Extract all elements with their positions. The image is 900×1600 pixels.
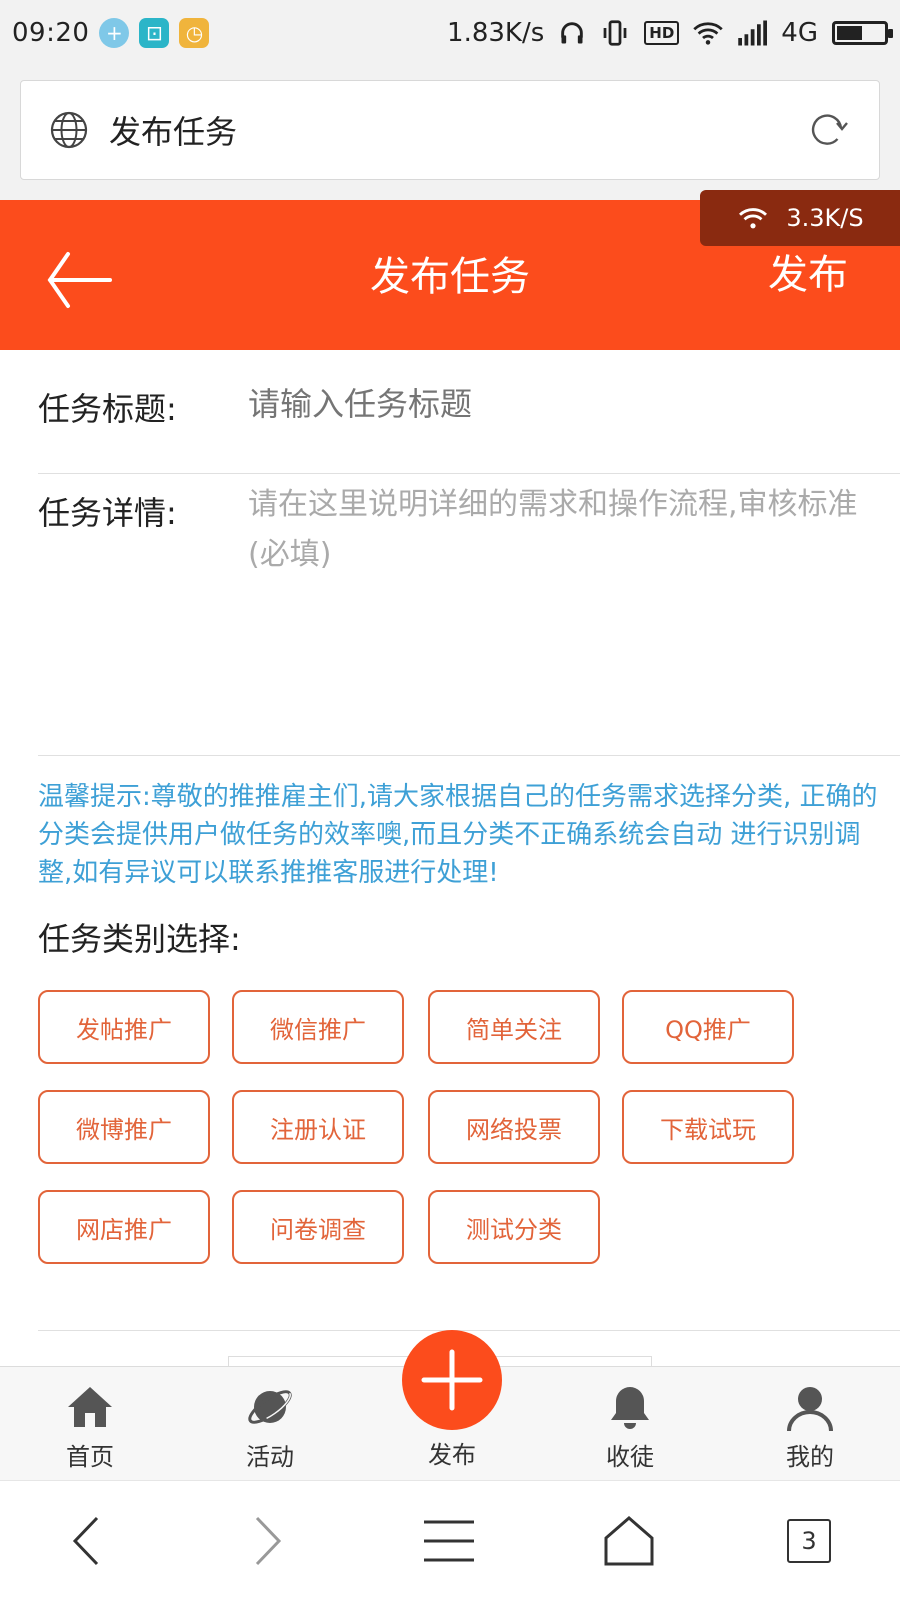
tab-home[interactable]: 首页: [30, 1367, 150, 1481]
tab-mine-label: 我的: [786, 1443, 834, 1471]
user-icon: [787, 1387, 833, 1432]
planet-icon: [248, 1390, 292, 1424]
tab-disciples[interactable]: 收徒: [570, 1367, 690, 1481]
signal-icon: [738, 20, 768, 46]
overlay-speed-text: 3.3K/S: [786, 204, 864, 232]
tab-activity-label: 活动: [246, 1443, 294, 1471]
publish-button[interactable]: 发布: [768, 242, 848, 300]
tip-text: 温馨提示:尊敬的推推雇主们,请大家根据自己的任务需求选择分类, 正确的分类会提供…: [38, 782, 878, 888]
browser-home-button[interactable]: [594, 1511, 664, 1571]
vibrate-icon: [603, 20, 627, 46]
category-button[interactable]: 发帖推广: [38, 990, 210, 1064]
task-title-input[interactable]: [248, 384, 900, 424]
browser-back-button[interactable]: [52, 1511, 122, 1571]
task-title-label: 任务标题:: [38, 390, 177, 428]
category-button[interactable]: 网店推广: [38, 1190, 210, 1264]
address-bar[interactable]: 发布任务: [20, 80, 880, 180]
browser-tabs-button[interactable]: 3: [774, 1511, 844, 1571]
header-title: 发布任务: [370, 254, 530, 300]
headphones-icon: [561, 22, 584, 44]
menu-icon: [424, 1520, 474, 1562]
status-bar: 09:20 + ⊡ ◷ 1.83K/s HD 4G: [0, 0, 900, 66]
globe-icon: [50, 111, 88, 149]
browser-nav-bar: 3: [0, 1480, 900, 1600]
browser-forward-button[interactable]: [232, 1511, 302, 1571]
task-title-row: 任务标题:: [38, 384, 900, 474]
status-time: 09:20: [12, 18, 90, 48]
tab-publish-label: 发布: [428, 1441, 476, 1469]
category-button[interactable]: 测试分类: [428, 1190, 600, 1264]
refresh-icon[interactable]: [803, 106, 851, 154]
wifi-icon: [739, 208, 768, 229]
app-notification-icon: +: [99, 18, 130, 48]
home-icon: [68, 1387, 112, 1427]
tab-activity[interactable]: 活动: [210, 1367, 330, 1481]
tab-disciples-label: 收徒: [606, 1443, 654, 1471]
category-button[interactable]: QQ推广: [622, 990, 794, 1064]
home-outline-icon: [604, 1516, 654, 1566]
battery-icon: [832, 21, 893, 45]
network-speed-overlay: 3.3K/S: [700, 190, 900, 246]
page-title-in-address-bar: 发布任务: [109, 113, 238, 151]
tab-mine[interactable]: 我的: [750, 1367, 870, 1481]
category-label: 任务类别选择:: [38, 920, 241, 958]
category-button[interactable]: 问卷调查: [232, 1190, 404, 1264]
network-type: 4G: [781, 18, 818, 48]
category-button[interactable]: 微博推广: [38, 1090, 210, 1164]
divider: [38, 1330, 900, 1331]
category-button[interactable]: 网络投票: [428, 1090, 600, 1164]
category-button[interactable]: 微信推广: [232, 990, 404, 1064]
plus-icon: [421, 1349, 483, 1411]
browser-menu-button[interactable]: [414, 1511, 484, 1571]
category-button[interactable]: 注册认证: [232, 1090, 404, 1164]
browser-toolbar: 发布任务: [0, 66, 900, 200]
clock-app-icon: ◷: [179, 18, 210, 48]
task-detail-row: 任务详情: 请在这里说明详细的需求和操作流程,审核标准(必填): [38, 487, 900, 756]
network-speed: 1.83K/s: [447, 18, 545, 48]
chevron-left-icon: [72, 1516, 99, 1566]
category-button[interactable]: 简单关注: [428, 990, 600, 1064]
task-detail-textarea[interactable]: 请在这里说明详细的需求和操作流程,审核标准(必填): [248, 480, 900, 755]
category-button[interactable]: 下载试玩: [622, 1090, 794, 1164]
tab-count: 3: [787, 1519, 831, 1563]
chevron-right-icon: [255, 1516, 282, 1566]
wifi-icon: [693, 22, 723, 45]
bell-icon: [611, 1387, 649, 1429]
publish-fab[interactable]: [402, 1330, 502, 1430]
tab-home-label: 首页: [66, 1443, 114, 1471]
task-detail-label: 任务详情:: [38, 494, 177, 532]
scan-app-icon: ⊡: [139, 18, 170, 48]
hd-icon: HD: [644, 21, 680, 45]
